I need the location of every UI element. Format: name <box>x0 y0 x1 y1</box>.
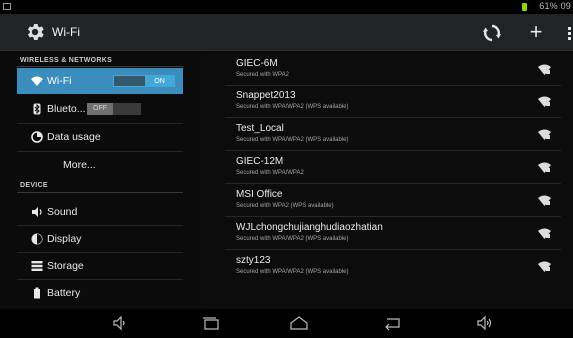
sidebar-item-label: Wi-Fi <box>47 75 72 87</box>
network-ssid: szty123 <box>236 255 271 266</box>
overflow-menu-icon[interactable] <box>566 27 573 41</box>
section-header-device: DEVICE <box>20 182 48 189</box>
network-security: Secured with WPA/WPA2 (WPS available) <box>236 104 349 110</box>
settings-sidebar: WIRELESS & NETWORKS Wi-Fi ON Blueto... O… <box>0 51 205 309</box>
network-ssid: WJLchongchujianghudiaozhatian <box>236 222 383 233</box>
volume-up-icon[interactable] <box>476 315 494 331</box>
network-row[interactable]: GIEC-12M Secured with WPA/WPA2 <box>225 152 561 184</box>
settings-gear-icon[interactable] <box>24 21 46 43</box>
recent-apps-icon[interactable] <box>201 315 221 331</box>
network-ssid: Test_Local <box>236 123 284 134</box>
network-security: Secured with WPA/WPA2 <box>236 170 304 176</box>
wifi-toggle[interactable]: ON <box>113 75 175 87</box>
bluetooth-toggle[interactable]: OFF <box>87 103 141 115</box>
sidebar-item-label: Sound <box>47 206 78 218</box>
status-bar: 61% 09 <box>0 0 573 14</box>
page-title: Wi-Fi <box>52 25 80 39</box>
sidebar-item-sound[interactable]: Sound <box>17 199 183 225</box>
toggle-state: OFF <box>87 103 113 115</box>
display-icon <box>31 233 43 245</box>
network-row[interactable]: Snappet2013 Secured with WPA/WPA2 (WPS a… <box>225 86 561 118</box>
toggle-state: ON <box>145 76 174 86</box>
divider <box>17 66 183 67</box>
volume-down-icon[interactable] <box>112 315 128 331</box>
sidebar-item-label: Blueto... <box>47 103 86 115</box>
wifi-signal-locked-icon <box>538 162 551 173</box>
network-ssid: Snappet2013 <box>236 90 296 101</box>
volume-icon <box>32 207 42 217</box>
battery-status-icon <box>522 3 527 11</box>
divider <box>17 192 183 193</box>
wifi-signal-locked-icon <box>538 64 551 75</box>
sidebar-item-label: Battery <box>47 287 81 299</box>
network-row[interactable]: Test_Local Secured with WPA/WPA2 (WPS av… <box>225 119 561 151</box>
wifi-signal-locked-icon <box>538 96 551 107</box>
network-security: Secured with WPA2 (WPS available) <box>236 203 334 209</box>
network-security: Secured with WPA/WPA2 (WPS available) <box>236 269 349 275</box>
bluetooth-icon <box>33 103 41 115</box>
network-security: Secured with WPA/WPA2 (WPS available) <box>236 137 349 143</box>
system-nav-bar <box>0 309 573 338</box>
wifi-signal-locked-icon <box>538 261 551 272</box>
network-row[interactable]: GIEC-6M Secured with WPA2 <box>225 54 561 86</box>
wifi-signal-locked-icon <box>538 195 551 206</box>
status-text: 61% 09 <box>539 1 571 11</box>
action-bar: Wi-Fi + <box>0 14 573 51</box>
sidebar-item-more[interactable]: More... <box>17 152 183 178</box>
network-row[interactable]: MSI Office Secured with WPA2 (WPS availa… <box>225 185 561 217</box>
network-row[interactable]: szty123 Secured with WPA/WPA2 (WPS avail… <box>225 251 561 283</box>
network-ssid: GIEC-12M <box>236 156 284 167</box>
wifi-signal-locked-icon <box>538 228 551 239</box>
sidebar-item-storage[interactable]: Storage <box>17 253 183 279</box>
sidebar-item-data-usage[interactable]: Data usage <box>17 124 183 150</box>
back-icon[interactable] <box>381 315 403 331</box>
sidebar-item-wifi[interactable]: Wi-Fi ON <box>17 68 183 94</box>
network-ssid: GIEC-6M <box>236 58 278 69</box>
sidebar-item-label: More... <box>63 159 96 171</box>
wifi-signal-locked-icon <box>538 129 551 140</box>
home-icon[interactable] <box>288 315 310 331</box>
network-security: Secured with WPA/WPA2 (WPS available) <box>236 236 349 242</box>
sidebar-item-display[interactable]: Display <box>17 226 183 252</box>
sidebar-item-label: Storage <box>47 260 84 272</box>
sidebar-item-label: Display <box>47 233 82 245</box>
wifi-icon <box>31 76 43 86</box>
network-row[interactable]: WJLchongchujianghudiaozhatian Secured wi… <box>225 218 561 250</box>
data-usage-icon <box>31 131 43 143</box>
network-security: Secured with WPA2 <box>236 72 289 78</box>
battery-icon <box>34 287 40 299</box>
storage-icon <box>31 261 43 271</box>
section-header-wireless: WIRELESS & NETWORKS <box>20 57 113 64</box>
wifi-network-list: GIEC-6M Secured with WPA2 Snappet2013 Se… <box>205 51 573 309</box>
sidebar-item-label: Data usage <box>47 131 101 143</box>
sidebar-item-bluetooth[interactable]: Blueto... OFF <box>17 96 183 122</box>
add-network-icon[interactable]: + <box>525 20 547 44</box>
wps-icon[interactable] <box>482 23 502 43</box>
screenshot-notification-icon <box>3 3 11 10</box>
sidebar-item-battery[interactable]: Battery <box>17 280 183 306</box>
network-ssid: MSI Office <box>236 189 283 200</box>
